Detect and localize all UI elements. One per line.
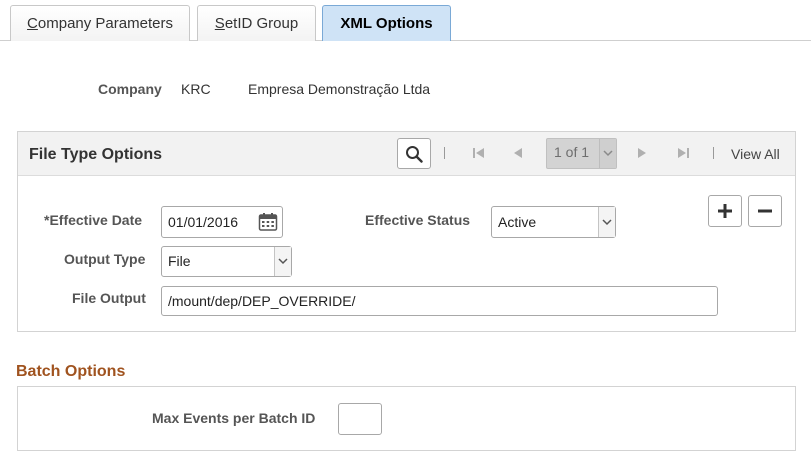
tab-company-parameters[interactable]: Company Parameters bbox=[10, 5, 190, 41]
company-code: KRC bbox=[181, 81, 211, 97]
output-type-value: File bbox=[168, 253, 191, 269]
effective-status-select[interactable]: Active bbox=[491, 206, 616, 238]
row-pager-dropdown[interactable]: 1 of 1 bbox=[546, 138, 617, 169]
tab-label: etID Group bbox=[225, 15, 298, 32]
tab-setid-group[interactable]: SetID Group bbox=[197, 5, 316, 41]
toolbar-separator bbox=[444, 147, 445, 159]
tab-label: ompany Parameters bbox=[38, 15, 173, 32]
file-output-label: File Output bbox=[72, 290, 146, 306]
delete-row-button[interactable] bbox=[748, 195, 782, 227]
chevron-down-icon bbox=[274, 247, 291, 276]
max-events-input[interactable] bbox=[338, 403, 382, 435]
add-row-button[interactable] bbox=[708, 195, 742, 227]
file-output-value: /mount/dep/DEP_OVERRIDE/ bbox=[168, 293, 356, 309]
first-page-icon[interactable] bbox=[472, 146, 485, 160]
effective-date-field[interactable]: 01/01/2016 bbox=[161, 206, 283, 238]
tab-hotkey: C bbox=[27, 15, 38, 32]
plus-icon bbox=[717, 203, 733, 219]
max-events-label: Max Events per Batch ID bbox=[152, 410, 315, 426]
output-type-select[interactable]: File bbox=[161, 246, 292, 277]
effective-date-label: *Effective Date bbox=[44, 212, 142, 228]
effective-status-label: Effective Status bbox=[365, 212, 470, 228]
view-all-link[interactable]: View All bbox=[731, 146, 780, 162]
chevron-down-icon bbox=[599, 139, 616, 168]
previous-page-icon[interactable] bbox=[513, 146, 523, 160]
toolbar-separator bbox=[713, 147, 714, 159]
tab-bar: Company Parameters SetID Group XML Optio… bbox=[0, 0, 811, 41]
next-page-icon[interactable] bbox=[637, 146, 647, 160]
group-title: File Type Options bbox=[29, 146, 162, 164]
tab-label: XML Options bbox=[340, 15, 432, 32]
effective-date-value: 01/01/2016 bbox=[168, 214, 238, 230]
chevron-down-icon bbox=[598, 207, 615, 237]
file-output-input[interactable]: /mount/dep/DEP_OVERRIDE/ bbox=[161, 286, 718, 316]
search-icon bbox=[405, 145, 423, 163]
company-name: Empresa Demonstração Ltda bbox=[248, 81, 430, 97]
search-button[interactable] bbox=[397, 138, 431, 169]
output-type-label: Output Type bbox=[64, 251, 145, 267]
batch-options-title: Batch Options bbox=[16, 363, 125, 381]
group-header: File Type Options 1 of 1 bbox=[18, 132, 795, 176]
calendar-icon[interactable] bbox=[258, 212, 278, 232]
pager-value: 1 of 1 bbox=[554, 144, 589, 160]
last-page-icon[interactable] bbox=[677, 146, 690, 160]
effective-status-value: Active bbox=[498, 214, 536, 230]
minus-icon bbox=[757, 203, 773, 219]
batch-options-group bbox=[17, 386, 796, 451]
company-label: Company bbox=[98, 81, 162, 97]
tab-xml-options[interactable]: XML Options bbox=[322, 5, 451, 41]
tab-hotkey: S bbox=[215, 15, 225, 32]
